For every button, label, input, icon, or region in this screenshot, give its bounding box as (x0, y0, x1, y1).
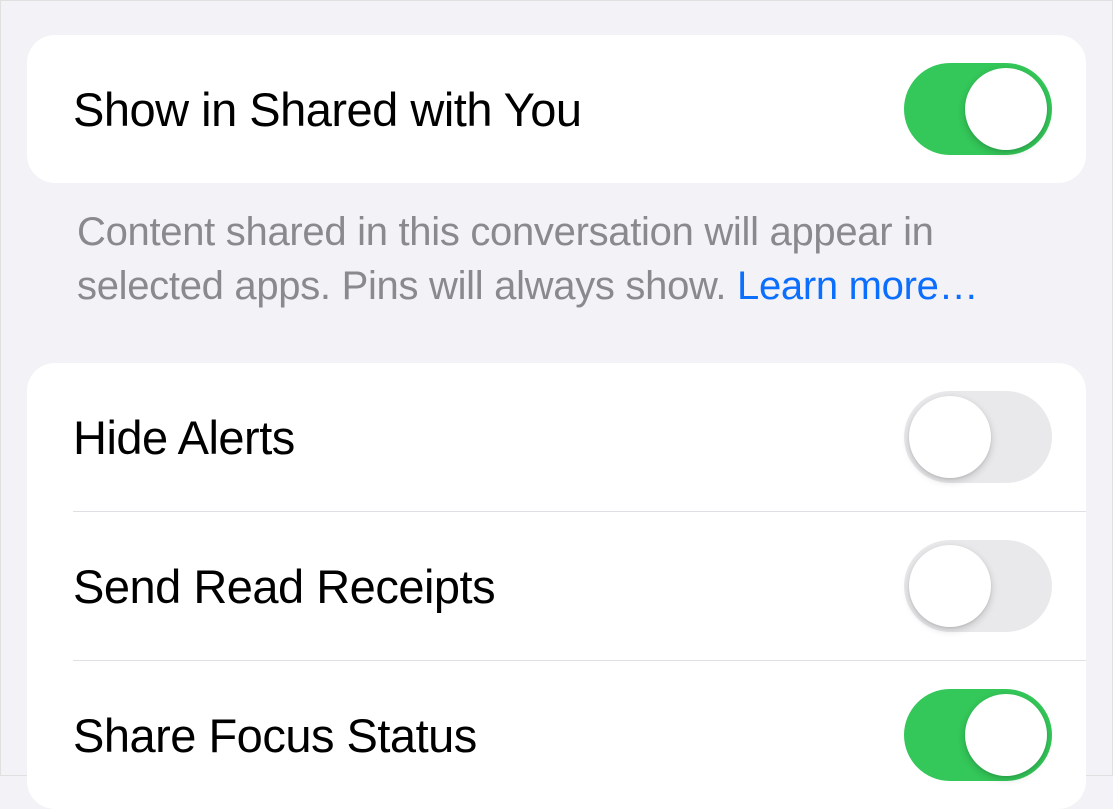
label-send-read-receipts: Send Read Receipts (73, 559, 495, 614)
toggle-send-read-receipts[interactable] (904, 540, 1052, 632)
toggle-share-focus-status[interactable] (904, 689, 1052, 781)
row-show-in-shared-with-you: Show in Shared with You (27, 35, 1086, 183)
footer-shared-with-you: Content shared in this conversation will… (27, 183, 1086, 363)
toggle-knob (965, 694, 1047, 776)
toggle-show-in-shared-with-you[interactable] (904, 63, 1052, 155)
row-send-read-receipts: Send Read Receipts (27, 512, 1086, 660)
label-share-focus-status: Share Focus Status (73, 708, 477, 763)
toggle-hide-alerts[interactable] (904, 391, 1052, 483)
section-messaging-options: Hide Alerts Send Read Receipts Share Foc… (27, 363, 1086, 809)
learn-more-link[interactable]: Learn more… (737, 264, 978, 308)
label-hide-alerts: Hide Alerts (73, 410, 295, 465)
toggle-knob (909, 396, 991, 478)
row-hide-alerts: Hide Alerts (27, 363, 1086, 511)
row-share-focus-status: Share Focus Status (27, 661, 1086, 809)
settings-container: Show in Shared with You Content shared i… (3, 3, 1110, 773)
toggle-knob (965, 68, 1047, 150)
section-shared-with-you: Show in Shared with You (27, 35, 1086, 183)
toggle-knob (909, 545, 991, 627)
label-show-in-shared-with-you: Show in Shared with You (73, 82, 581, 137)
